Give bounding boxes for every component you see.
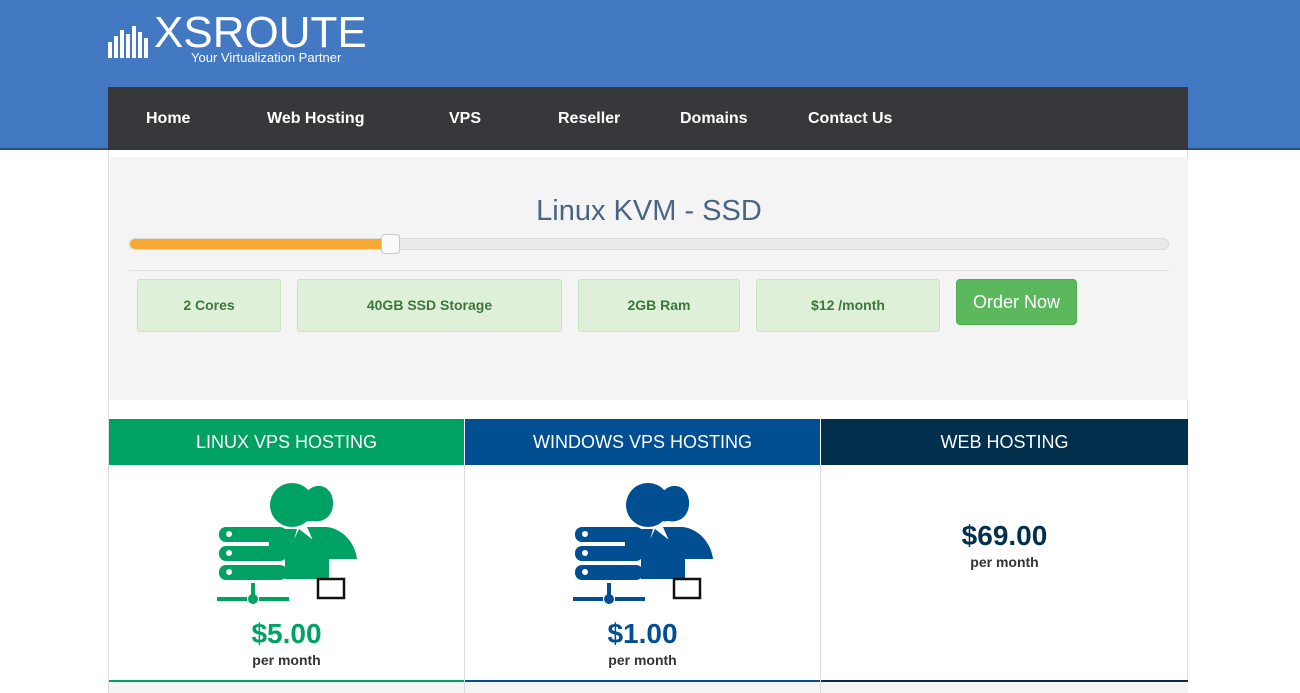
spec-cores: 2 Cores bbox=[137, 279, 281, 332]
plan-slider[interactable] bbox=[129, 234, 1169, 254]
configurator-title: Linux KVM - SSD bbox=[536, 195, 762, 227]
web-footer-strip bbox=[821, 680, 1188, 693]
order-now-button[interactable]: Order Now bbox=[956, 279, 1077, 325]
main-content: Linux KVM - SSD 2 Cores 40GB SSD Storage… bbox=[108, 150, 1188, 693]
windows-footer-strip bbox=[465, 680, 820, 693]
brand-tagline: Your Virtualization Partner bbox=[191, 50, 342, 65]
nav-reseller[interactable]: Reseller bbox=[558, 87, 620, 150]
nav-web-hosting[interactable]: Web Hosting bbox=[267, 87, 364, 150]
linux-footer-strip bbox=[109, 680, 464, 693]
main-nav: Home Web Hosting VPS Reseller Domains Co… bbox=[108, 87, 1188, 150]
spec-ram: 2GB Ram bbox=[578, 279, 740, 332]
plan-period: per month bbox=[608, 652, 677, 668]
tab-web-hosting[interactable]: WEB HOSTING bbox=[821, 419, 1188, 465]
spec-price: $12 /month bbox=[756, 279, 940, 332]
slider-fill bbox=[130, 239, 390, 249]
tab-linux-vps[interactable]: LINUX VPS HOSTING bbox=[109, 419, 464, 465]
plan-web-hosting: $69.00 per month bbox=[821, 465, 1188, 683]
plan-windows-vps: $1.00 per month bbox=[465, 465, 820, 683]
nav-vps[interactable]: VPS bbox=[449, 87, 481, 150]
spec-storage: 40GB SSD Storage bbox=[297, 279, 562, 332]
slider-handle[interactable] bbox=[381, 234, 400, 254]
plan-price: $69.00 bbox=[961, 520, 1048, 551]
vps-server-users-icon bbox=[217, 483, 357, 604]
plan-period: per month bbox=[252, 652, 321, 668]
logo[interactable]: XSROUTE Your Virtualization Partner bbox=[108, 10, 368, 68]
vps-server-users-icon bbox=[573, 483, 713, 604]
vps-configurator: Linux KVM - SSD 2 Cores 40GB SSD Storage… bbox=[110, 157, 1188, 400]
plan-period: per month bbox=[970, 554, 1039, 570]
plan-price: $1.00 bbox=[607, 618, 678, 649]
nav-contact-us[interactable]: Contact Us bbox=[808, 87, 892, 150]
nav-domains[interactable]: Domains bbox=[680, 87, 748, 150]
logo-bars-icon bbox=[108, 26, 148, 58]
divider bbox=[129, 270, 1169, 271]
plan-linux-vps: $5.00 per month bbox=[109, 465, 464, 683]
plan-price: $5.00 bbox=[251, 618, 322, 649]
tab-windows-vps[interactable]: WINDOWS VPS HOSTING bbox=[465, 419, 820, 465]
nav-home[interactable]: Home bbox=[146, 87, 190, 150]
